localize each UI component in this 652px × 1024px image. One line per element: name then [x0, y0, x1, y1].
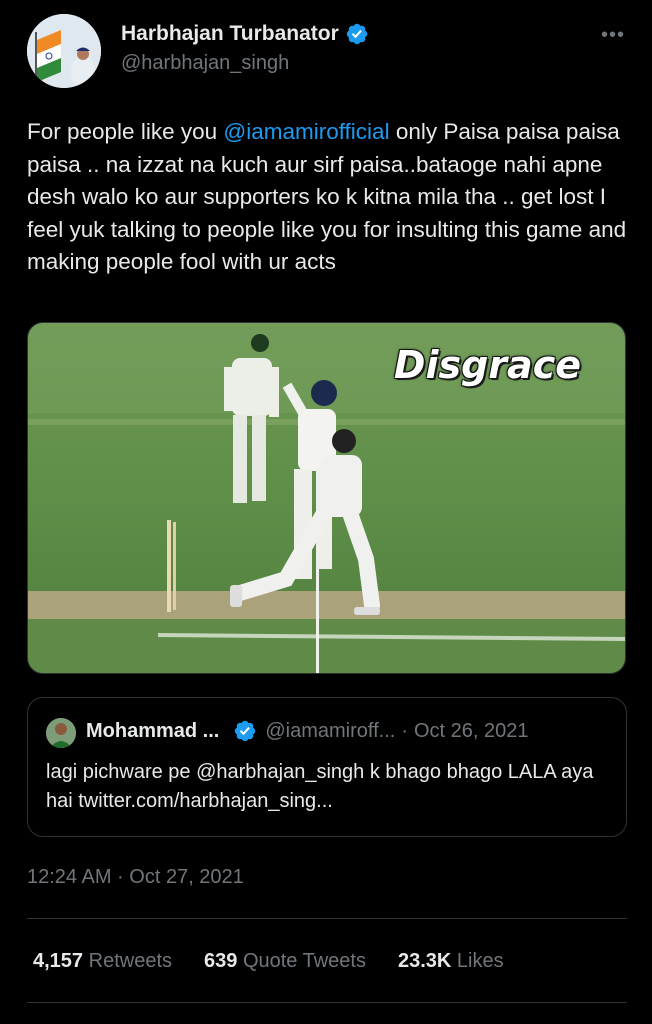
divider-bottom [27, 1002, 627, 1003]
quoted-tweet[interactable]: Mohammad ... @iamamiroff... · Oct 26, 20… [27, 697, 627, 837]
verified-badge-icon [346, 23, 368, 45]
tweet-header: Harbhajan Turbanator @harbhajan_singh ••… [27, 14, 627, 90]
mention-link[interactable]: @iamamirofficial [223, 119, 389, 144]
quote-tweets-count: 639 [204, 950, 238, 972]
author-info: Harbhajan Turbanator @harbhajan_singh [121, 22, 369, 75]
quoted-header: Mohammad ... @iamamiroff... · Oct 26, 20… [86, 719, 529, 743]
tweet-media[interactable]: Disgrace [27, 322, 626, 674]
tweet-timestamp[interactable]: 12:24 AM · Oct 27, 2021 [27, 866, 244, 889]
tweet-text-before: For people like you [27, 119, 224, 144]
quoted-text: lagi pichware pe @harbhajan_singh k bhag… [46, 761, 594, 812]
retweets-count: 4,157 [33, 950, 84, 972]
divider-top [27, 918, 627, 919]
media-caption: Disgrace [393, 343, 581, 387]
quote-tweets-stat[interactable]: 639 Quote Tweets [204, 950, 366, 973]
author-avatar[interactable] [27, 14, 101, 88]
more-horizontal-icon[interactable]: ••• [601, 24, 625, 47]
avatar-flag-image [27, 14, 101, 88]
quoted-date[interactable]: Oct 26, 2021 [414, 720, 529, 743]
quoted-author-handle[interactable]: @iamamiroff... [265, 720, 395, 743]
quoted-avatar-image [46, 718, 76, 748]
tweet-text: For people like you @iamamirofficial onl… [27, 116, 627, 279]
likes-count: 23.3K [397, 950, 452, 972]
quoted-author-name[interactable]: Mohammad ... [86, 720, 219, 743]
quoted-separator: · [401, 719, 408, 742]
quoted-author-avatar[interactable] [46, 718, 76, 748]
retweets-label: Retweets [88, 950, 172, 972]
tweet-stats: 4,157 Retweets 639 Quote Tweets 23.3K Li… [33, 950, 504, 973]
quoted-verified-badge-icon [235, 720, 256, 742]
likes-stat[interactable]: 23.3K Likes [398, 950, 504, 973]
author-handle[interactable]: @harbhajan_singh [121, 52, 369, 75]
author-display-name[interactable]: Harbhajan Turbanator [121, 22, 339, 46]
likes-label: Likes [456, 950, 504, 972]
retweets-stat[interactable]: 4,157 Retweets [33, 950, 172, 973]
quote-tweets-label: Quote Tweets [242, 950, 366, 972]
